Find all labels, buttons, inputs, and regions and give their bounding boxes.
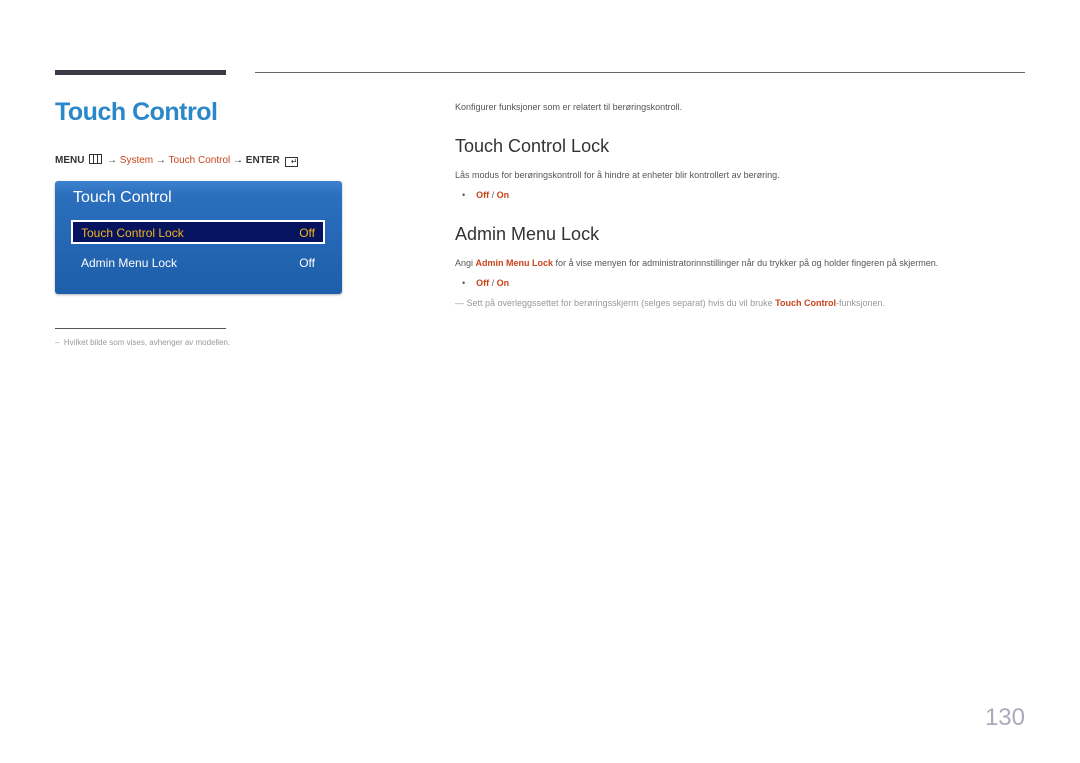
osd-title: Touch Control <box>73 189 172 206</box>
note-dash: ― <box>455 298 464 308</box>
option-list-touch-control-lock: • Off / On <box>462 190 509 200</box>
arrow-icon: → <box>233 155 244 166</box>
osd-menu-panel: Touch Control Touch Control Lock Off Adm… <box>55 181 342 294</box>
osd-item-value: Off <box>299 256 315 270</box>
enter-icon: ↵ <box>285 157 299 167</box>
note-highlight: Touch Control <box>775 298 836 308</box>
header-rule-thick <box>55 70 226 75</box>
osd-item-admin-menu-lock[interactable]: Admin Menu Lock Off <box>71 251 325 275</box>
note: ― Sett på overleggssettet for berøringss… <box>455 298 885 308</box>
option-off: Off <box>476 278 490 288</box>
option-separator: / <box>489 190 497 200</box>
option-on: On <box>496 278 510 288</box>
page-title: Touch Control <box>55 98 218 126</box>
menu-label: MENU <box>55 155 85 166</box>
osd-item-value: Off <box>299 226 315 240</box>
arrow-icon: → <box>107 155 118 166</box>
section-body-touch-control-lock: Lås modus for berøringskontroll for å hi… <box>455 170 780 180</box>
section-heading-admin-menu-lock: Admin Menu Lock <box>455 224 600 244</box>
page-number: 130 <box>984 704 1025 731</box>
menu-icon <box>89 154 103 164</box>
option-separator: / <box>489 278 497 288</box>
note-prefix: Sett på overleggssettet for berøringsskj… <box>464 298 776 308</box>
arrow-icon: → <box>155 155 166 166</box>
footnote-rule <box>55 328 226 329</box>
osd-item-label: Admin Menu Lock <box>81 256 178 270</box>
intro-text: Konfigurer funksjoner som er relatert ti… <box>455 102 683 112</box>
section-body-admin-menu-lock: Angi Admin Menu Lock for å vise menyen f… <box>455 258 938 268</box>
footnote: – Hvilket bilde som vises, avhenger av m… <box>55 338 230 347</box>
footnote-text: Hvilket bilde som vises, avhenger av mod… <box>63 338 231 347</box>
option-off: Off <box>476 190 490 200</box>
footnote-dash: – <box>55 338 60 347</box>
header-rule-thin <box>255 72 1025 73</box>
note-suffix: -funksjonen. <box>835 298 885 308</box>
menu-path: MENU → System → Touch Control → ENTER ↵ <box>55 154 299 167</box>
osd-item-label: Touch Control Lock <box>81 226 184 240</box>
enter-label: ENTER <box>245 155 280 166</box>
body-suffix: for å vise menyen for administratorinnst… <box>553 258 939 268</box>
bullet-icon: • <box>462 278 466 288</box>
section-heading-touch-control-lock: Touch Control Lock <box>455 136 610 156</box>
option-on: On <box>496 190 510 200</box>
menu-path-system: System <box>119 155 154 166</box>
bullet-icon: • <box>462 190 466 200</box>
body-highlight: Admin Menu Lock <box>475 258 554 268</box>
osd-item-touch-control-lock[interactable]: Touch Control Lock Off <box>71 220 325 244</box>
body-prefix: Angi <box>455 258 476 268</box>
menu-path-touch-control: Touch Control <box>168 155 231 166</box>
option-list-admin-menu-lock: • Off / On <box>462 278 509 288</box>
